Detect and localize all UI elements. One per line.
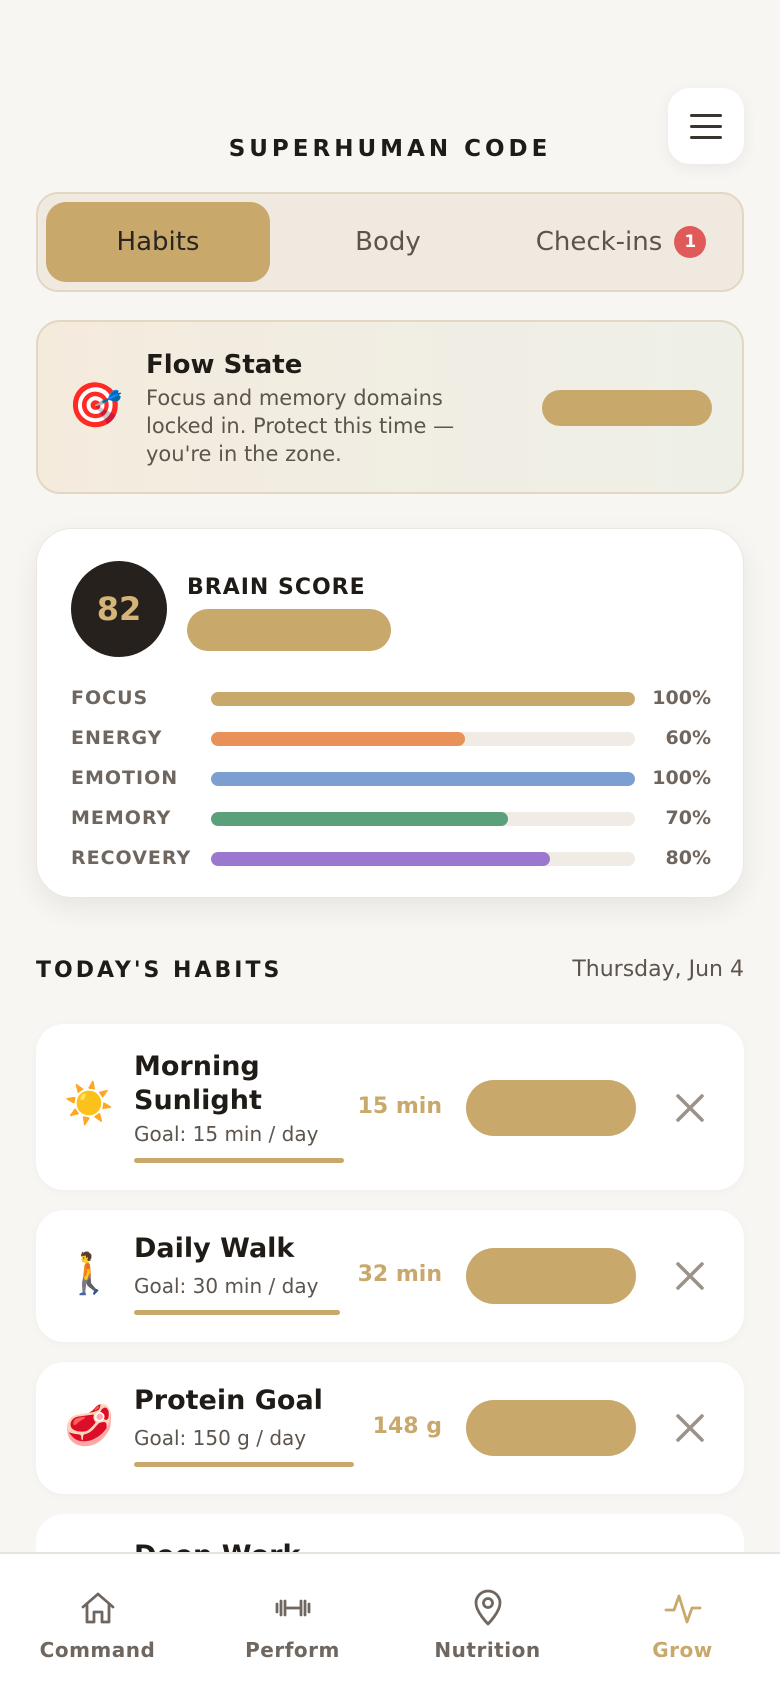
nav-item-nutrition[interactable]: Nutrition <box>390 1588 585 1662</box>
habit-card[interactable]: ☀️ Morning Sunlight Goal: 15 min / day 1… <box>36 1024 744 1190</box>
metric-track <box>211 692 635 706</box>
habit-name-line: Morning <box>134 1051 260 1082</box>
metric-name: FOCUS <box>71 687 149 709</box>
habit-log-button[interactable] <box>466 1248 636 1304</box>
nav-item-perform[interactable]: Perform <box>195 1588 390 1662</box>
tab-habits[interactable]: Habits <box>46 202 270 282</box>
habit-goal: Goal: 150 g / day <box>134 1426 307 1450</box>
metric-track <box>211 852 635 866</box>
app-title: SUPERHUMAN CODE <box>228 136 552 162</box>
habit-name: Daily Walk <box>134 1233 295 1264</box>
steak-icon: 🥩 <box>64 1403 114 1449</box>
target-icon: 🎯 <box>68 380 123 431</box>
menu-button[interactable] <box>668 88 744 164</box>
metric-percent: 70% <box>665 807 711 829</box>
metric-percent: 80% <box>665 847 711 869</box>
habit-goal: Goal: 30 min / day <box>134 1274 319 1298</box>
nav-label: Grow <box>652 1638 713 1662</box>
walking-person-icon: 🚶 <box>64 1251 114 1297</box>
metric-track <box>211 732 635 746</box>
nav-label: Nutrition <box>434 1638 541 1662</box>
close-icon[interactable] <box>670 1088 710 1128</box>
habits-section-date: Thursday, Jun 4 <box>572 957 744 982</box>
metric-fill <box>211 692 635 706</box>
habit-goal: Goal: 15 min / day <box>134 1122 319 1146</box>
metric-row-recovery: RECOVERY 80% <box>71 843 711 873</box>
metric-name: ENERGY <box>71 727 163 749</box>
tab-check-ins-label: Check-ins <box>535 227 663 257</box>
hamburger-icon-line <box>690 124 722 128</box>
metric-row-focus: FOCUS 100% <box>71 683 711 713</box>
habit-card[interactable]: 🥩 Protein Goal Goal: 150 g / day 148 g <box>36 1362 744 1494</box>
flow-state-title: Flow State <box>146 350 303 380</box>
activity-icon <box>664 1594 701 1624</box>
flow-state-text: Focus and memory domains locked in. Prot… <box>146 386 455 466</box>
habit-name: Morning Sunlight <box>134 1050 262 1118</box>
metric-row-emotion: EMOTION 100% <box>71 763 711 793</box>
home-icon <box>81 1592 114 1624</box>
close-icon[interactable] <box>670 1256 710 1296</box>
location-pin-icon <box>474 1589 501 1626</box>
habit-name-line: Sunlight <box>134 1085 262 1116</box>
tab-body-label: Body <box>355 227 421 257</box>
metric-fill <box>211 812 508 826</box>
metric-name: RECOVERY <box>71 847 192 869</box>
tab-body[interactable]: Body <box>278 202 498 282</box>
habit-log-button[interactable] <box>466 1400 636 1456</box>
close-icon[interactable] <box>670 1408 710 1448</box>
metric-row-memory: MEMORY 70% <box>71 803 711 833</box>
habits-section-title: TODAY'S HABITS <box>36 958 283 983</box>
bottom-nav: Command Perform Nutrition Grow <box>0 1552 780 1688</box>
habit-progress-bar <box>134 1462 354 1467</box>
habit-log-button[interactable] <box>466 1080 636 1136</box>
nav-label: Perform <box>245 1638 340 1662</box>
hamburger-icon-line <box>690 113 722 117</box>
flow-state-button[interactable] <box>542 390 712 426</box>
brain-score-label: BRAIN SCORE <box>187 575 366 600</box>
metric-fill <box>211 852 551 866</box>
metric-name: EMOTION <box>71 767 179 789</box>
metric-percent: 60% <box>665 727 711 749</box>
habit-value: 15 min <box>357 1094 442 1119</box>
flow-state-card: 🎯 Flow State Focus and memory domains lo… <box>36 320 744 494</box>
metric-fill <box>211 732 466 746</box>
habit-name: Protein Goal <box>134 1385 323 1416</box>
habit-value: 148 g <box>372 1414 442 1439</box>
segment-tabs: Habits Body Check-ins 1 <box>36 192 744 292</box>
metric-track <box>211 812 635 826</box>
habit-progress-bar <box>134 1310 340 1315</box>
tab-check-ins[interactable]: Check-ins 1 <box>504 202 738 282</box>
brain-score-value: 82 <box>71 561 167 657</box>
tab-habits-label: Habits <box>116 227 200 257</box>
metric-fill <box>211 772 635 786</box>
nav-item-grow[interactable]: Grow <box>585 1588 780 1662</box>
metric-percent: 100% <box>652 767 711 789</box>
habit-progress-bar <box>134 1158 344 1163</box>
brain-score-card: 82 BRAIN SCORE FOCUS 100% ENERGY 60% EMO… <box>36 528 744 898</box>
notification-badge: 1 <box>674 226 707 258</box>
hamburger-icon-line <box>690 135 722 139</box>
metric-percent: 100% <box>652 687 711 709</box>
habit-card[interactable]: 🚶 Daily Walk Goal: 30 min / day 32 min <box>36 1210 744 1342</box>
dumbbell-icon <box>275 1599 310 1617</box>
metric-track <box>211 772 635 786</box>
nav-label: Command <box>39 1638 156 1662</box>
metric-row-energy: ENERGY 60% <box>71 723 711 753</box>
nav-item-command[interactable]: Command <box>0 1588 195 1662</box>
habit-value: 32 min <box>357 1262 442 1287</box>
metric-name: MEMORY <box>71 807 172 829</box>
sun-icon: ☀️ <box>64 1081 114 1127</box>
brain-score-pill[interactable] <box>187 609 391 651</box>
